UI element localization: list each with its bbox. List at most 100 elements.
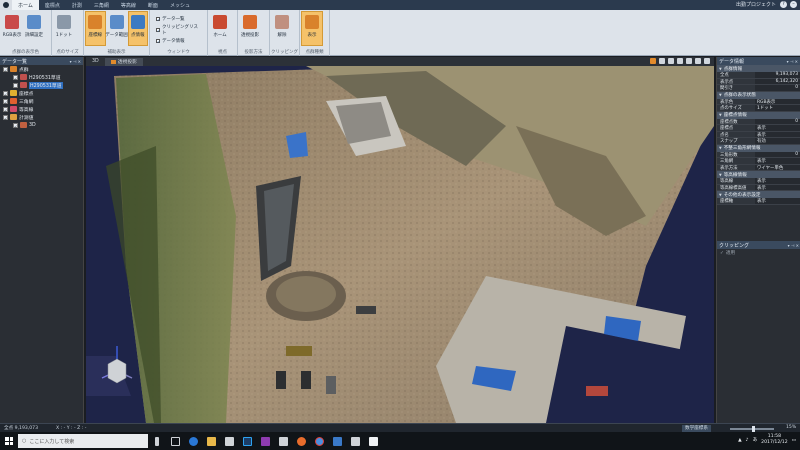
window-check-0[interactable]: ✓ データ一覧 (156, 16, 201, 22)
point-cloud-app-icon[interactable] (364, 432, 382, 450)
panel-pin-icon[interactable]: ▾ ⊣ ✕ (787, 59, 800, 64)
panel-pin-icon[interactable]: ▾ ⊣ ✕ (70, 59, 83, 64)
info-section-header[interactable]: ▼ 等高線情報 (717, 171, 800, 178)
menu-tab-5[interactable]: 断面 (142, 0, 164, 10)
property-value[interactable]: 表示 (755, 131, 800, 138)
property-value[interactable]: 0 (755, 118, 800, 124)
property-value[interactable]: 1ドット (755, 105, 800, 111)
property-value[interactable]: 表示 (755, 125, 800, 131)
ribbon-button-0-0[interactable]: RGB表示 (2, 12, 22, 45)
clip-apply-item[interactable]: ✓ 適用 (717, 249, 800, 257)
property-value[interactable]: 表示 (755, 178, 800, 184)
minimize-icon[interactable]: – (790, 1, 797, 8)
menu-tab-6[interactable]: メッシュ (164, 0, 196, 10)
info-section-header[interactable]: ▼ 点群情報 (717, 65, 800, 72)
photos-icon[interactable] (328, 432, 346, 450)
property-value[interactable]: 表示 (755, 158, 800, 164)
zoom-slider-thumb[interactable] (752, 425, 755, 432)
ribbon-group-label: 投影方法 (244, 50, 263, 55)
viewport-tab-0[interactable]: 3D (86, 58, 105, 66)
property-value[interactable]: 6,142,320 (755, 78, 800, 84)
tree-checkbox[interactable]: ✓ (3, 98, 8, 105)
tree-checkbox[interactable]: ✓ (13, 122, 18, 129)
property-value[interactable]: 0 (755, 151, 800, 157)
tree-item[interactable]: ✓ 座標点 (0, 89, 83, 97)
store-icon[interactable] (220, 432, 238, 450)
volume-icon[interactable]: ♪ (746, 438, 749, 443)
tree-checkbox[interactable]: ✓ (3, 114, 8, 121)
task-view-icon[interactable] (166, 432, 184, 450)
help-icon[interactable]: ? (780, 1, 787, 8)
ribbon-button-6-0[interactable]: 解除 (272, 12, 292, 45)
menu-tab-0[interactable]: ホーム (12, 0, 39, 10)
iso-view-icon[interactable] (704, 58, 710, 64)
ribbon-button-1-0[interactable]: 1ドット (54, 12, 74, 45)
edge-icon[interactable] (184, 432, 202, 450)
menu-tab-4[interactable]: 等高線 (115, 0, 142, 10)
property-value[interactable]: ワイヤー単色 (755, 164, 800, 171)
firefox-icon[interactable] (292, 432, 310, 450)
tree-checkbox[interactable]: ✓ (3, 106, 8, 113)
ribbon-button-5-0[interactable]: 透視投影 (240, 12, 260, 45)
property-value[interactable]: 9,193,073 (755, 72, 800, 78)
bottom-view-icon[interactable] (695, 58, 701, 64)
network-icon[interactable]: ▲ (738, 438, 742, 443)
mail-icon[interactable] (346, 432, 364, 450)
info-section-header[interactable]: ▼ 座標点情報 (717, 111, 800, 119)
ime-icon[interactable]: あ (753, 437, 758, 443)
app-logo-icon[interactable] (0, 0, 12, 10)
menu-tab-1[interactable]: 座標点 (39, 0, 66, 10)
app-icon[interactable] (274, 432, 292, 450)
property-value[interactable]: RGB表示 (755, 98, 800, 105)
window-check-2[interactable]: ✓ データ情報 (156, 38, 201, 44)
ribbon-button-4-0[interactable]: ホーム (210, 12, 230, 45)
viewport-tab-1[interactable]: 透視投影 (104, 57, 143, 66)
tree-item[interactable]: ✓ 点群 (0, 65, 83, 73)
tree-item[interactable]: ✓ 3D (0, 121, 83, 129)
ribbon-button-2-1[interactable]: データ範囲 (105, 12, 128, 45)
coordinate-mode-button[interactable]: 数学座標系 (682, 425, 711, 432)
top-view-icon[interactable] (659, 58, 665, 64)
tree-checkbox[interactable]: ✓ (13, 74, 18, 81)
property-value[interactable]: 0 (755, 85, 800, 91)
ribbon-button-2-2[interactable]: 点情報 (127, 11, 148, 46)
explorer-icon[interactable] (202, 432, 220, 450)
home-view-icon[interactable] (650, 58, 656, 64)
point-cloud-viewport[interactable] (86, 66, 714, 423)
notification-icon[interactable]: ▭ (792, 438, 796, 443)
tree-checkbox[interactable]: ✓ (3, 66, 8, 73)
property-value[interactable]: 有効 (755, 138, 800, 144)
side-view-icon[interactable] (677, 58, 683, 64)
property-value[interactable]: 表示 (755, 198, 800, 204)
tree-item[interactable]: ✓ 三角網 (0, 97, 83, 105)
start-button[interactable] (0, 432, 18, 450)
illustrator-icon[interactable] (256, 432, 274, 450)
info-section-header[interactable]: ▼ 点群の表示状態 (717, 91, 800, 99)
property-key: 間引き (717, 85, 755, 91)
clock[interactable]: 11:58 2017/12/12 (761, 434, 787, 446)
ribbon-button-7-0[interactable]: 表示 (301, 11, 323, 46)
zoom-slider[interactable] (730, 425, 774, 432)
window-check-1[interactable]: ✓ クリッピングリスト (156, 24, 201, 36)
back-view-icon[interactable] (686, 58, 692, 64)
tree-item[interactable]: H290531草道 (0, 81, 83, 89)
tree-item[interactable]: ✓ H290531草道 (0, 73, 83, 81)
tree-item[interactable]: ✓ 計測値 (0, 113, 83, 121)
ribbon-button-0-1[interactable]: 詳細設定 (24, 12, 44, 45)
ribbon-button-2-0[interactable]: 座標線 (85, 11, 106, 46)
mic-icon[interactable] (148, 432, 166, 450)
menu-tab-2[interactable]: 計測 (66, 0, 88, 10)
photoshop-icon[interactable] (238, 432, 256, 450)
tree-checkbox[interactable]: ✓ (3, 90, 8, 97)
front-view-icon[interactable] (668, 58, 674, 64)
info-section-header[interactable]: ▼ 不整三角形網情報 (717, 144, 800, 152)
chrome-icon[interactable] (310, 432, 328, 450)
point-cloud-render[interactable] (86, 66, 714, 423)
menu-tab-3[interactable]: 三角網 (88, 0, 115, 10)
panel-pin-icon[interactable]: ▾ ⊣ ✕ (788, 243, 800, 248)
tree-item[interactable]: ✓ 等高線 (0, 105, 83, 113)
property-value[interactable]: 表示 (755, 184, 800, 191)
tree-checkbox[interactable] (13, 82, 18, 88)
info-section-header[interactable]: ▼ その他の表示設定 (717, 191, 800, 198)
taskbar-search[interactable]: ○ ここに入力して検索 (18, 434, 148, 448)
